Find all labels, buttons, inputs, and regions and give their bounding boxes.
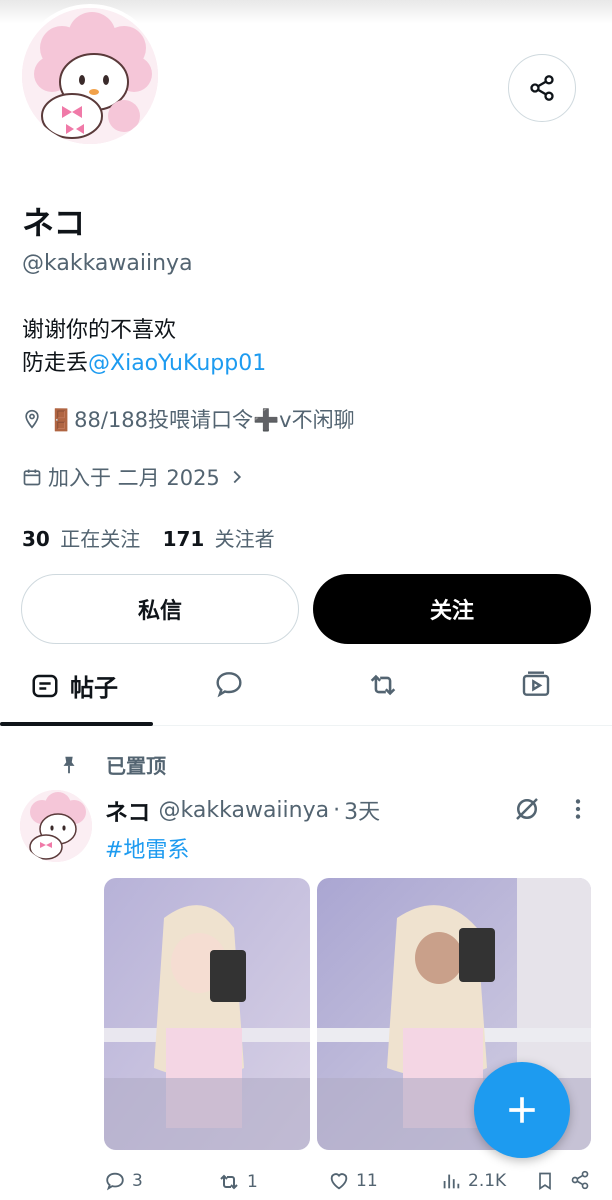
post-avatar[interactable] [20,790,92,862]
tab-posts-label: 帖子 [70,674,118,702]
share-icon [571,1170,589,1190]
bio-line-2: 防走丢@XiaoYuKupp01 [22,347,266,380]
join-date-text: 加入于 二月 2025 [48,466,220,490]
post-separator: · [333,797,341,823]
speech-bubble-icon [216,672,242,698]
grok-button[interactable] [512,794,542,828]
media-icon [522,671,550,696]
location-pin-icon [25,409,39,429]
pinned-label-row: 已置顶 [58,750,166,779]
like-action[interactable]: 11 [328,1170,378,1192]
like-count: 11 [356,1171,378,1191]
repost-count: 1 [247,1172,258,1192]
profile-handle: @kakkawaiinya [22,251,193,276]
tab-posts[interactable]: 帖子 [30,668,118,703]
tab-replies[interactable] [213,668,245,700]
photo-1-image [104,878,310,1150]
display-name: ネコ [22,204,86,242]
profile-bio: 谢谢你的不喜欢 防走丢@XiaoYuKupp01 [22,314,266,380]
chevron-right-icon [233,470,241,484]
tab-reposts[interactable] [366,668,400,702]
grok-icon [516,798,538,820]
post-author[interactable]: ネコ [105,793,151,827]
plus-icon [509,1097,535,1123]
profile-avatar[interactable] [18,4,162,148]
profile-tabs: 帖子 [0,650,612,726]
reply-count: 3 [132,1171,143,1191]
heart-icon [330,1173,348,1190]
avatar-illustration [22,8,158,144]
location-row: 🚪88/188投喂请口令➕v不闲聊 [22,404,355,434]
dm-button[interactable]: 私信 [21,574,299,644]
post-handle[interactable]: @kakkawaiinya [159,798,330,823]
post-more-button[interactable] [568,796,588,826]
following-label: 正在关注 [60,527,141,551]
reply-action[interactable]: 3 [104,1170,143,1192]
bio-line-1: 谢谢你的不喜欢 [22,318,177,343]
reply-icon [106,1172,124,1191]
pinned-label: 已置顶 [106,754,166,778]
tab-media[interactable] [520,668,552,700]
tab-active-indicator [0,722,153,726]
follow-button[interactable]: 关注 [313,574,591,644]
views-icon [443,1174,460,1189]
views-count: 2.1K [468,1171,507,1191]
following-stat[interactable]: 30 正在关注 [22,527,140,551]
post-photo-1[interactable] [104,878,310,1150]
repost-icon [220,1174,238,1190]
followers-count: 171 [162,527,205,551]
bookmark-action[interactable] [535,1170,561,1192]
follow-stats: 30 正在关注 171 关注者 [22,523,275,552]
share-icon [530,75,554,101]
post-avatar-illustration [20,790,92,862]
post-time[interactable]: 3天 [344,794,380,826]
more-vertical-icon [575,799,581,819]
post-share-action[interactable] [570,1170,596,1190]
location-text: 🚪88/188投喂请口令➕v不闲聊 [48,408,355,432]
followers-stat[interactable]: 171 关注者 [163,527,275,551]
repost-icon [370,674,396,696]
compose-button[interactable] [474,1062,570,1158]
post-hashtag[interactable]: #地雷系 [105,832,189,864]
repost-action[interactable]: 1 [217,1170,258,1194]
calendar-icon [23,469,41,486]
pin-icon [63,756,75,773]
join-date-row[interactable]: 加入于 二月 2025 [22,462,254,492]
share-profile-button[interactable] [508,54,576,122]
bio-line-2-text: 防走丢 [22,351,89,376]
post-header: ネコ @kakkawaiinya · 3天 [105,793,380,827]
following-count: 30 [22,527,50,551]
posts-tab-icon [32,674,58,697]
bio-mention-link[interactable]: @XiaoYuKupp01 [88,351,266,376]
bookmark-icon [539,1172,551,1191]
followers-label: 关注者 [214,527,275,551]
views-action[interactable]: 2.1K [440,1170,506,1192]
